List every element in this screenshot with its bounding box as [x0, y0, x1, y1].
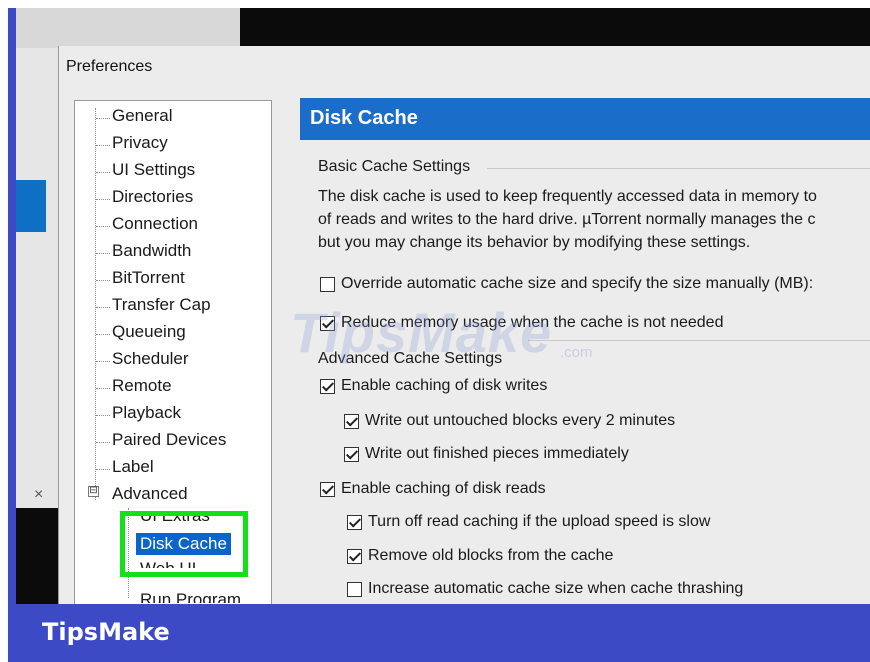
option-label: Write out untouched blocks every 2 minut… [365, 412, 676, 429]
tree-connector [96, 226, 110, 227]
tree-item-directories[interactable]: Directories [112, 187, 193, 207]
tree-connector [96, 469, 110, 470]
tree-item-paired-devices[interactable]: Paired Devices [112, 430, 226, 450]
tree-item-ui-settings[interactable]: UI Settings [112, 160, 195, 180]
top-border [0, 0, 870, 8]
tree-item-connection[interactable]: Connection [112, 214, 198, 234]
write-finished-pieces-option[interactable]: Write out finished pieces immediately [344, 445, 629, 463]
enable-write-caching-option[interactable]: Enable caching of disk writes [320, 377, 547, 395]
tree-item-playback[interactable]: Playback [112, 403, 181, 423]
watermark-suffix: .com [560, 344, 593, 361]
screenshot-frame: × Preferences General Privacy UI Setting… [0, 0, 870, 662]
group-divider [487, 168, 870, 169]
watermark: TipsMake [290, 301, 553, 364]
footer-banner: TipsMake [8, 604, 870, 662]
option-label: Enable caching of disk writes [341, 377, 548, 394]
option-label: Write out finished pieces immediately [365, 445, 629, 462]
collapse-icon[interactable]: ⊟ [88, 486, 99, 497]
tree-connector [96, 118, 110, 119]
tree-item-transfer-cap[interactable]: Transfer Cap [112, 295, 211, 315]
increase-cache-size-option[interactable]: Increase automatic cache size when cache… [347, 580, 743, 598]
tree-connector [96, 442, 110, 443]
tree-connector [96, 145, 110, 146]
tree-item-general[interactable]: General [112, 106, 172, 126]
tree-connector [96, 334, 110, 335]
option-label: Turn off read caching if the upload spee… [368, 513, 711, 530]
tree-connector [96, 172, 110, 173]
panel-title: Disk Cache [310, 107, 418, 129]
description-line: of reads and writes to the hard drive. µ… [318, 211, 816, 228]
background-window-dark-area [16, 508, 58, 608]
left-blue-strip [8, 8, 16, 608]
tree-connector [96, 361, 110, 362]
tree-item-scheduler[interactable]: Scheduler [112, 349, 189, 369]
description-line: but you may change its behavior by modif… [318, 234, 751, 251]
highlight-box [120, 511, 248, 577]
option-label: Override automatic cache size and specif… [341, 275, 814, 292]
option-label: Increase automatic cache size when cache… [368, 580, 744, 597]
group-divider [528, 340, 870, 341]
footer-brand: TipsMake [42, 618, 170, 646]
description-line: The disk cache is used to keep frequentl… [318, 188, 817, 205]
write-untouched-blocks-checkbox[interactable] [344, 413, 359, 429]
write-untouched-blocks-option[interactable]: Write out untouched blocks every 2 minut… [344, 412, 675, 430]
turn-off-read-caching-checkbox[interactable] [347, 514, 362, 530]
tree-item-label[interactable]: Label [112, 457, 154, 477]
write-finished-pieces-checkbox[interactable] [344, 446, 359, 462]
tree-connector [96, 199, 110, 200]
basic-settings-label: Basic Cache Settings [318, 158, 471, 175]
tree-item-advanced[interactable]: Advanced [112, 484, 188, 504]
turn-off-read-caching-option[interactable]: Turn off read caching if the upload spee… [347, 513, 710, 531]
override-cache-size-checkbox[interactable] [320, 276, 335, 292]
remove-old-blocks-option[interactable]: Remove old blocks from the cache [347, 547, 613, 565]
tree-item-privacy[interactable]: Privacy [112, 133, 168, 153]
enable-read-caching-option[interactable]: Enable caching of disk reads [320, 480, 546, 498]
enable-read-caching-checkbox[interactable] [320, 481, 335, 497]
tree-connector [96, 253, 110, 254]
tree-connector [96, 415, 110, 416]
increase-cache-size-checkbox[interactable] [347, 581, 362, 597]
enable-write-caching-checkbox[interactable] [320, 378, 335, 394]
tree-connector [96, 307, 110, 308]
background-close-icon[interactable]: × [34, 486, 43, 504]
tree-connector [96, 388, 110, 389]
option-label: Remove old blocks from the cache [368, 547, 614, 564]
option-label: Enable caching of disk reads [341, 480, 546, 497]
tree-connector [96, 280, 110, 281]
panel-header: Disk Cache [300, 98, 870, 140]
dialog-title: Preferences [66, 58, 153, 75]
remove-old-blocks-checkbox[interactable] [347, 548, 362, 564]
override-cache-size-option[interactable]: Override automatic cache size and specif… [320, 275, 813, 293]
tree-item-bandwidth[interactable]: Bandwidth [112, 241, 191, 261]
background-window-accent [16, 180, 46, 232]
tree-item-remote[interactable]: Remote [112, 376, 172, 396]
background-window-titlebar [16, 8, 240, 48]
tree-item-queueing[interactable]: Queueing [112, 322, 186, 342]
tree-item-bittorrent[interactable]: BitTorrent [112, 268, 185, 288]
